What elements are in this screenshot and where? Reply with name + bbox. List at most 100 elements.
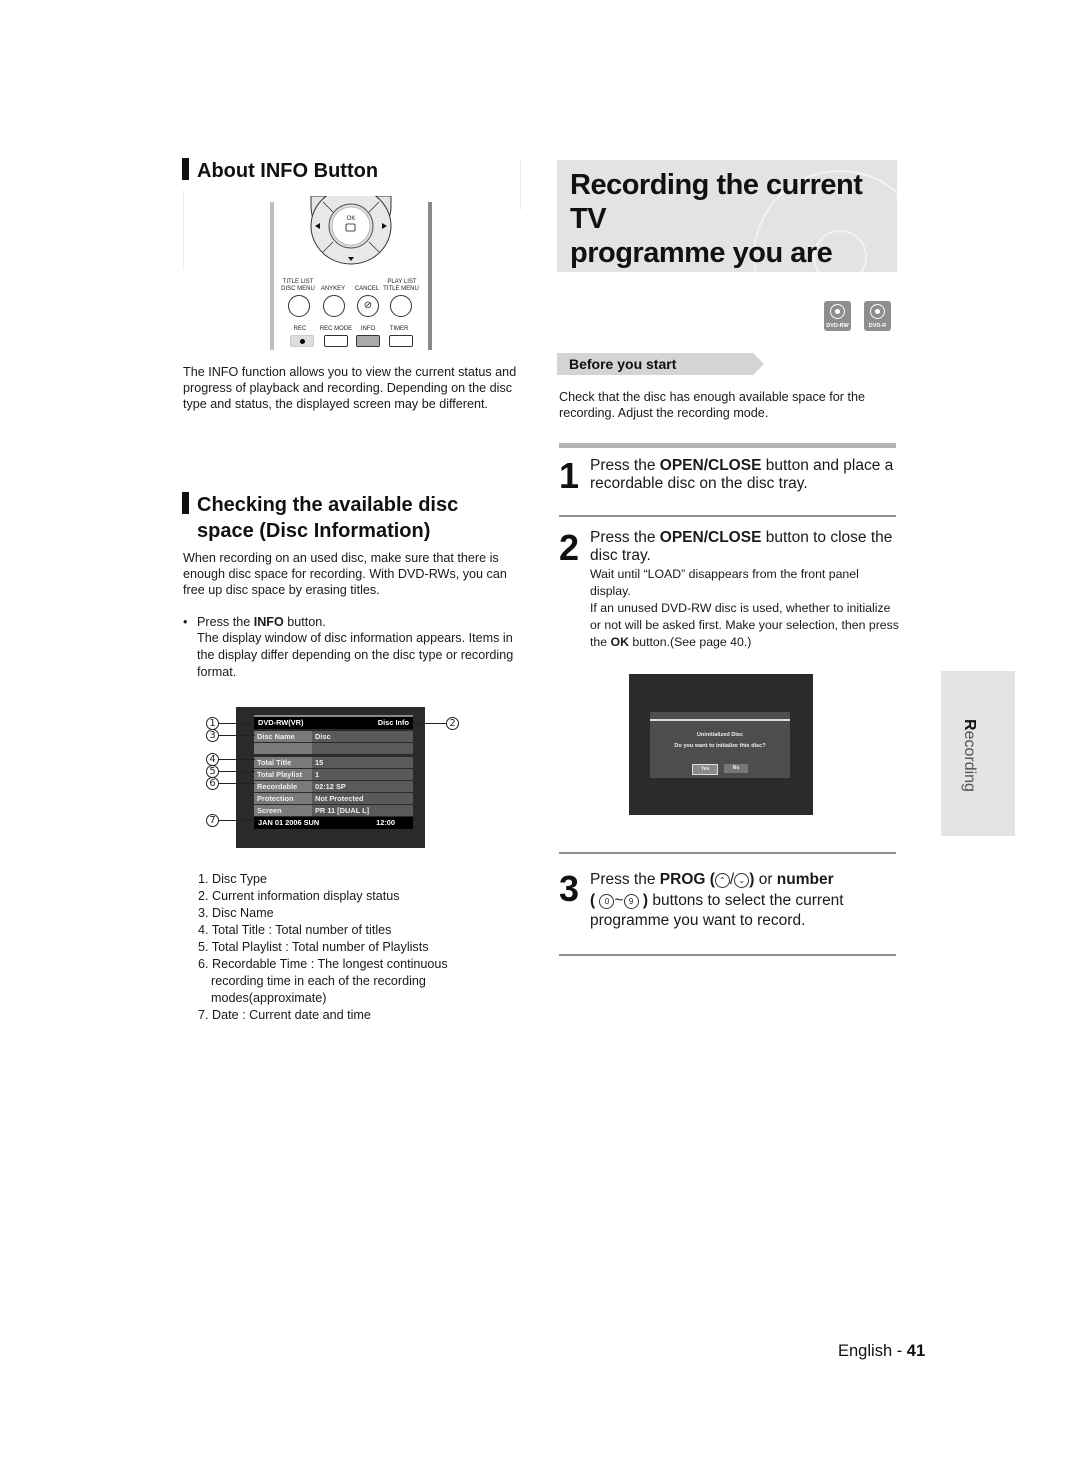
legend-item: 1. Disc Type bbox=[198, 872, 268, 886]
info-row-blank bbox=[254, 743, 413, 754]
timer-label: TIMER bbox=[389, 326, 409, 332]
anykey-label: ANYKEY bbox=[320, 286, 346, 292]
title-list-label: TITLE LIST bbox=[282, 279, 314, 285]
recording-side-tab: Recording bbox=[941, 671, 1015, 836]
info-date: JAN 01 2006 SUN bbox=[258, 818, 320, 827]
cancel-button: ⊘ bbox=[357, 295, 379, 317]
info-row-screen: Screen PR 11 [DUAL L] bbox=[254, 805, 413, 816]
step-2-text: Press the OPEN/CLOSE button to close the… bbox=[590, 529, 893, 564]
title-menu-label: TITLE MENU bbox=[383, 286, 419, 292]
direction-pad bbox=[310, 196, 392, 265]
legend-item-cont: modes(approximate) bbox=[211, 991, 327, 1005]
callout-line bbox=[412, 723, 446, 724]
ok-label: OK bbox=[346, 216, 356, 222]
callout-line bbox=[219, 759, 255, 760]
page-footer: English - 41 bbox=[838, 1342, 925, 1361]
info-footer: JAN 01 2006 SUN 12:00 bbox=[254, 817, 413, 829]
dvd-rw-badge-icon: DVD-RW bbox=[824, 301, 851, 331]
callout-line bbox=[219, 820, 255, 821]
step-2-number: 2 bbox=[559, 527, 580, 568]
callout-6: 6 bbox=[206, 777, 219, 790]
legend-item: 2. Current information display status bbox=[198, 889, 400, 903]
dvd-r-badge-icon: DVD-R bbox=[864, 301, 891, 331]
callout-7: 7 bbox=[206, 814, 219, 827]
divider bbox=[559, 954, 896, 956]
disc-menu-label: DISC MENU bbox=[281, 286, 315, 292]
callout-line bbox=[219, 783, 255, 784]
info-row-recordable-time: Recordable Time02:12 SP bbox=[254, 781, 413, 802]
about-info-heading: About INFO Button bbox=[182, 158, 378, 184]
anykey-button bbox=[323, 295, 345, 317]
page-title: Recording the current TV programme you a… bbox=[570, 169, 863, 272]
remote-edge bbox=[270, 202, 274, 350]
heading-bar bbox=[182, 492, 189, 514]
legend-item: 4. Total Title : Total number of titles bbox=[198, 923, 392, 937]
before-you-start-text: Check that the disc has enough available… bbox=[559, 390, 865, 420]
dialog-no-button: No bbox=[724, 764, 748, 773]
rec-mode-button bbox=[324, 335, 348, 347]
remote-edge bbox=[428, 202, 432, 350]
rec-dot-icon bbox=[299, 338, 305, 344]
callout-2: 2 bbox=[446, 717, 459, 730]
callout-line bbox=[219, 723, 255, 724]
callout-line bbox=[219, 735, 255, 736]
cancel-label: CANCEL bbox=[354, 286, 380, 292]
number-9-icon: 9 bbox=[623, 893, 639, 909]
number-0-icon: 0 bbox=[599, 893, 615, 909]
callout-line bbox=[219, 771, 255, 772]
step-3-text: Press the PROG (⌃ / ⌄) or number ( 0 ~9 ) b… bbox=[590, 871, 844, 929]
disc-info-screen: DVD-RW(VR) Disc Info Disc Name Disc Total… bbox=[236, 707, 425, 848]
info-bullet: • Press the INFO button. The display wind… bbox=[183, 614, 523, 681]
info-status: Disc Info bbox=[377, 718, 409, 727]
legend-item: 7. Date : Current date and time bbox=[198, 1008, 371, 1022]
page-number: 41 bbox=[906, 1342, 926, 1360]
disc-info-legend: 1. Disc Type 2. Current information disp… bbox=[198, 871, 518, 1024]
heading-bar bbox=[182, 158, 189, 180]
legend-item: 6. Recordable Time : The longest continu… bbox=[198, 957, 448, 971]
rec-button bbox=[290, 335, 314, 347]
legend-item: 3. Disc Name bbox=[198, 906, 274, 920]
initialize-disc-screen: Uninitialized Disc Do you want to initia… bbox=[629, 674, 813, 815]
divider bbox=[559, 443, 896, 448]
step-2-detail: Wait until “LOAD” disappears from the fr… bbox=[590, 567, 899, 649]
prog-down-icon: ⌄ bbox=[734, 873, 750, 888]
remote-control-illustration: OK TITLE LIST PLAY LIST DISC MENU ANYKEY… bbox=[270, 196, 432, 350]
prog-up-icon: ⌃ bbox=[714, 873, 730, 888]
page-title-box: Recording the current TV programme you a… bbox=[557, 160, 897, 272]
info-row-total-playlist: Total Playlist 1 bbox=[254, 769, 413, 780]
info-time: 12:00 bbox=[376, 818, 395, 827]
dialog-yes-button: Yes bbox=[692, 764, 718, 775]
step-1-text: Press the OPEN/CLOSE button and place a … bbox=[590, 457, 894, 492]
before-you-start-tab: Before you start bbox=[557, 353, 767, 375]
info-row-protection: Protection Not Protected bbox=[254, 793, 413, 804]
disc-menu-button bbox=[288, 295, 310, 317]
info-header: DVD-RW(VR) Disc Info bbox=[254, 715, 413, 729]
disc-type: DVD-RW(VR) bbox=[258, 718, 304, 727]
dialog-title: Uninitialized Disc bbox=[696, 732, 744, 738]
info-row-total-title: Total Title 15 bbox=[254, 757, 413, 768]
step-3-number: 3 bbox=[559, 868, 580, 909]
legend-item: 5. Total Playlist : Total number of Play… bbox=[198, 940, 429, 954]
initialize-dialog: Uninitialized Disc Do you want to initia… bbox=[650, 712, 790, 778]
rec-mode-label: REC MODE bbox=[319, 326, 353, 332]
bullet-dot: • bbox=[183, 615, 188, 629]
footer-language: English - bbox=[838, 1342, 907, 1360]
bullet-detail: The display window of disc information a… bbox=[197, 631, 514, 679]
checking-description: When recording on an used disc, make sur… bbox=[183, 551, 507, 597]
legend-item-cont: recording time in each of the recording bbox=[211, 974, 426, 988]
timer-button bbox=[389, 335, 413, 347]
info-row-disc-name: Disc Name Disc bbox=[254, 731, 413, 742]
divider bbox=[559, 852, 896, 854]
title-menu-button bbox=[390, 295, 412, 317]
frame-line bbox=[520, 160, 521, 210]
checking-heading: Checking the available disc space (Disc … bbox=[182, 492, 522, 544]
callout-3: 3 bbox=[206, 729, 219, 742]
divider bbox=[559, 515, 896, 517]
info-label: INFO bbox=[360, 326, 376, 332]
step-1-number: 1 bbox=[559, 455, 580, 496]
dialog-question: Do you want to initialize this disc? bbox=[674, 743, 766, 749]
rec-label: REC bbox=[293, 326, 307, 332]
play-list-label: PLAY LIST bbox=[387, 279, 417, 285]
info-button bbox=[356, 335, 380, 347]
info-description: The INFO function allows you to view the… bbox=[183, 365, 517, 411]
